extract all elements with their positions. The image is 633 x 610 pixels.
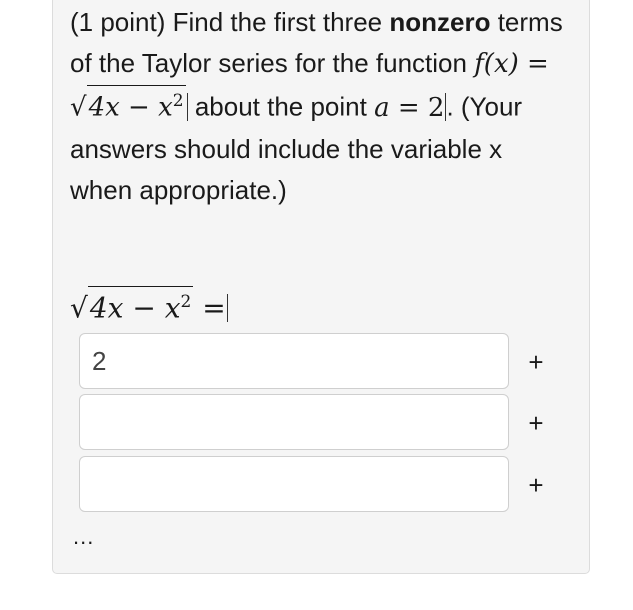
problem-bold-word: nonzero	[389, 7, 491, 37]
answer-lhs-exponent: 2	[180, 292, 192, 312]
answer-lhs-radicand-text: 4x − x	[89, 291, 181, 325]
answer-lhs-sqrt: √4x − x2	[70, 286, 194, 328]
about-text: about the point	[187, 91, 375, 122]
answer-input-2[interactable]	[79, 394, 509, 450]
sqrt-symbol: √	[70, 92, 87, 123]
edit-cursor	[186, 92, 188, 121]
more-terms-ellipsis: ...	[73, 524, 95, 549]
point-expression: a = 2	[374, 92, 447, 123]
function-lhs: f(x) =	[474, 49, 549, 79]
point-var: a	[374, 92, 390, 123]
answer-input-1[interactable]: 2	[79, 333, 509, 389]
answer-lhs-radicand: 4x − x2	[87, 286, 194, 325]
answer-lhs: √4x − x2 =	[70, 286, 228, 328]
add-term-button-3[interactable]: +	[523, 470, 549, 500]
function-sqrt: √4x − x2	[70, 85, 188, 129]
add-term-button-1[interactable]: +	[523, 347, 549, 377]
problem-statement: (1 point) Find the first three nonzero t…	[70, 2, 570, 211]
function-radicand-text: 4x − x	[88, 92, 173, 123]
answer-cursor	[226, 294, 228, 323]
function-exponent: 2	[172, 91, 184, 111]
point-eq: = 2	[397, 92, 445, 123]
problem-prefix: (1 point) Find the first three	[70, 7, 390, 37]
sqrt-symbol: √	[70, 291, 88, 325]
answer-input-3[interactable]	[79, 456, 509, 512]
add-term-button-2[interactable]: +	[523, 408, 549, 438]
function-radicand: 4x − x2	[86, 85, 186, 123]
answer-lhs-equals: =	[202, 291, 226, 325]
